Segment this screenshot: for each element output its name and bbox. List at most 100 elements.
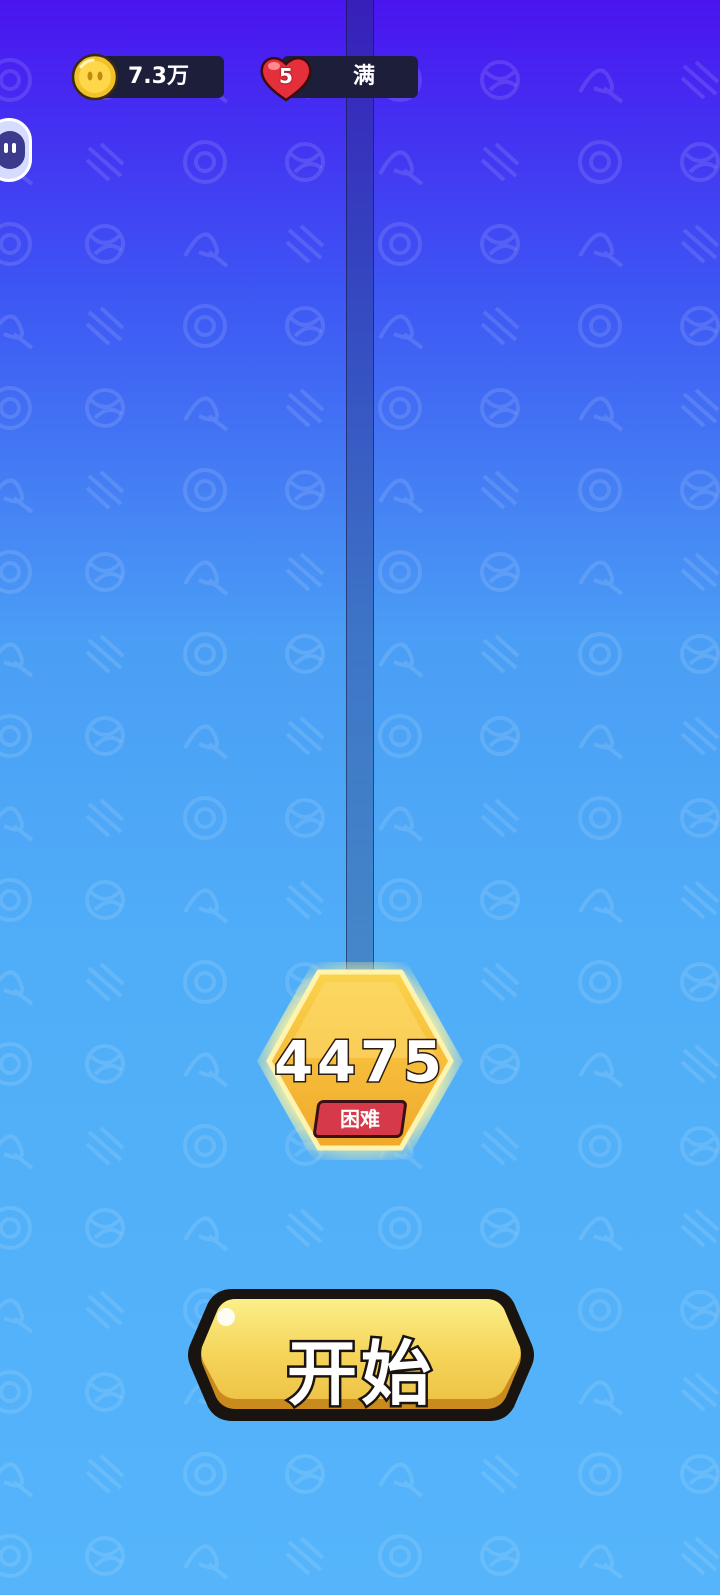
background-pattern-icon bbox=[680, 798, 720, 838]
background-pattern-icon bbox=[480, 388, 520, 428]
background-pattern-icon bbox=[480, 306, 520, 346]
background-pattern-icon bbox=[578, 140, 622, 184]
background-pattern-icon bbox=[85, 470, 125, 510]
difficulty-label: 困难 bbox=[340, 1107, 380, 1131]
background-pattern-icon bbox=[183, 1216, 229, 1252]
background-pattern-icon bbox=[578, 1452, 622, 1496]
background-pattern-icon bbox=[578, 68, 624, 104]
background-pattern-icon bbox=[680, 470, 720, 510]
background-pattern-icon bbox=[578, 1380, 624, 1416]
background-pattern-icon bbox=[680, 306, 720, 346]
background-pattern-icon bbox=[680, 880, 720, 920]
background-pattern-icon bbox=[480, 1126, 520, 1166]
background-pattern-icon bbox=[480, 224, 520, 264]
background-pattern-icon bbox=[378, 478, 424, 514]
background-pattern-icon bbox=[183, 396, 229, 432]
background-pattern-icon bbox=[578, 232, 624, 268]
background-pattern-icon bbox=[183, 140, 227, 184]
background-pattern-icon bbox=[85, 1208, 125, 1248]
level-number: 4475 bbox=[273, 1029, 446, 1097]
level-path-track bbox=[346, 0, 374, 975]
background-pattern-icon bbox=[378, 550, 422, 594]
background-pattern-icon bbox=[378, 314, 424, 350]
background-pattern-icon bbox=[183, 632, 227, 676]
background-pattern-icon bbox=[578, 1124, 622, 1168]
background-pattern-icon bbox=[480, 470, 520, 510]
background-pattern-icon bbox=[378, 1206, 422, 1250]
background-pattern-icon bbox=[85, 1290, 125, 1330]
background-pattern-icon bbox=[85, 716, 125, 756]
background-pattern-icon bbox=[578, 1288, 622, 1332]
background-pattern-icon bbox=[85, 142, 125, 182]
background-pattern-icon bbox=[480, 798, 520, 838]
background-pattern-icon bbox=[578, 396, 624, 432]
background-pattern-icon bbox=[680, 634, 720, 674]
background-pattern-icon bbox=[0, 222, 32, 266]
background-pattern-icon bbox=[0, 1042, 32, 1086]
background-pattern-icon bbox=[183, 888, 229, 924]
background-pattern-icon bbox=[85, 1536, 125, 1576]
background-pattern-icon bbox=[183, 468, 227, 512]
background-pattern-icon bbox=[85, 880, 125, 920]
background-pattern-icon bbox=[680, 142, 720, 182]
background-pattern-icon bbox=[680, 224, 720, 264]
background-pattern-icon bbox=[0, 806, 34, 842]
background-pattern-icon bbox=[480, 60, 520, 100]
background-pattern-icon bbox=[0, 1298, 34, 1334]
background-pattern-icon bbox=[680, 1536, 720, 1576]
background-pattern-icon bbox=[480, 634, 520, 674]
background-pattern-icon bbox=[85, 1044, 125, 1084]
background-pattern-icon bbox=[378, 878, 422, 922]
background-pattern-icon bbox=[578, 724, 624, 760]
background-pattern-icon bbox=[480, 142, 520, 182]
background-pattern-icon bbox=[0, 1534, 32, 1578]
background-pattern-icon bbox=[680, 1044, 720, 1084]
background-pattern-icon bbox=[183, 1452, 227, 1496]
background-pattern-icon bbox=[680, 552, 720, 592]
side-assistant-button[interactable] bbox=[0, 118, 32, 182]
background-pattern-icon bbox=[578, 796, 622, 840]
background-pattern-icon bbox=[680, 716, 720, 756]
background-pattern-icon bbox=[0, 478, 34, 514]
background-pattern-icon bbox=[85, 798, 125, 838]
background-pattern-icon bbox=[680, 60, 720, 100]
background-pattern-icon bbox=[378, 1462, 424, 1498]
background-pattern-icon bbox=[85, 224, 125, 264]
background-pattern-icon bbox=[578, 468, 622, 512]
background-pattern-icon bbox=[578, 304, 622, 348]
background-pattern-icon bbox=[480, 552, 520, 592]
background-pattern-icon bbox=[0, 550, 32, 594]
background-pattern-icon bbox=[680, 1126, 720, 1166]
background-pattern-icon bbox=[0, 314, 34, 350]
background-pattern-icon bbox=[480, 1208, 520, 1248]
background-pattern-icon bbox=[680, 1372, 720, 1412]
background-pattern-icon bbox=[183, 304, 227, 348]
background-pattern-icon bbox=[285, 306, 325, 346]
background-pattern-icon bbox=[378, 714, 422, 758]
start-button[interactable] bbox=[184, 1285, 538, 1435]
background-pattern-icon bbox=[285, 388, 325, 428]
background-pattern-icon bbox=[285, 552, 325, 592]
background-pattern-icon bbox=[285, 798, 325, 838]
background-pattern-icon bbox=[0, 970, 34, 1006]
lives-status: 满 bbox=[352, 64, 375, 89]
background-pattern-icon bbox=[578, 1544, 624, 1580]
background-pattern-icon bbox=[285, 470, 325, 510]
background-pattern-icon bbox=[378, 150, 424, 186]
background-pattern-icon bbox=[183, 560, 229, 596]
background-pattern-icon bbox=[378, 1534, 422, 1578]
background-pattern-icon bbox=[85, 634, 125, 674]
background-pattern-icon bbox=[578, 960, 622, 1004]
background-pattern-icon bbox=[680, 1454, 720, 1494]
background-pattern-icon bbox=[0, 714, 32, 758]
background-pattern-icon bbox=[183, 1052, 229, 1088]
background-pattern-icon bbox=[480, 1044, 520, 1084]
background-pattern-icon bbox=[285, 1454, 325, 1494]
background-pattern-icon bbox=[378, 386, 422, 430]
lives-count: 5 bbox=[279, 64, 293, 88]
background-pattern-icon bbox=[378, 642, 424, 678]
background-pattern-icon bbox=[285, 1208, 325, 1248]
background-pattern-icon bbox=[378, 222, 422, 266]
background-pattern-icon bbox=[183, 1124, 227, 1168]
background-pattern-icon bbox=[578, 560, 624, 596]
